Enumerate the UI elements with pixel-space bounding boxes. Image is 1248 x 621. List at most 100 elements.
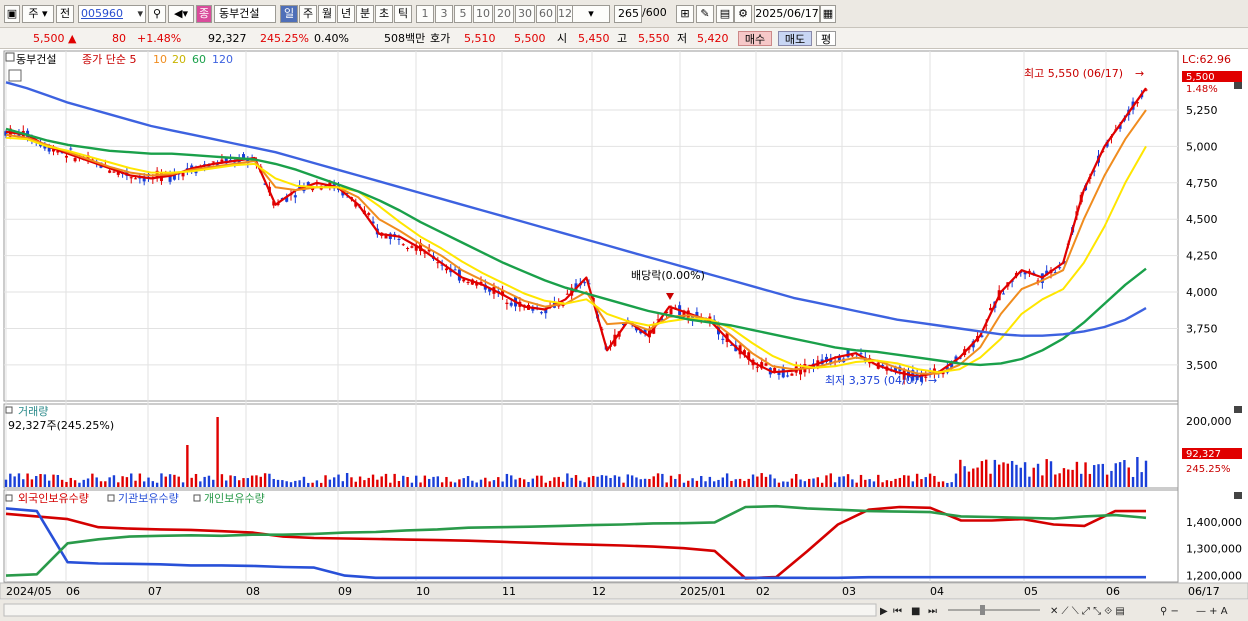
volume-bar [669,475,673,487]
rewind-icon[interactable]: ⏮ [893,606,902,617]
gear-icon[interactable]: ⚙ [734,5,752,23]
period-button[interactable]: 월 [318,5,336,23]
chart-tools-icon[interactable]: ⊞ [676,5,694,23]
volume-bar [436,476,440,487]
calendar-icon[interactable]: ▦ [820,5,836,23]
calculator-icon[interactable] [8,69,22,82]
volume-bar [302,476,306,487]
stock-name-field[interactable]: 동부건설 [214,5,276,23]
volume-bar [1131,476,1135,487]
panel-close-icon[interactable] [1234,492,1242,499]
candle-body [509,302,513,306]
volume-bar [661,473,664,487]
volume-bar [574,475,578,487]
x-tick-label: 12 [592,585,606,598]
volume-bar [1114,463,1117,487]
candle-body [64,155,68,158]
scroll-controls[interactable]: ▶ ⏮ ■ ⏭ ✕ ⟋ ⟍ ⤢ ⤡ ⟐ ▤ ⚲ − — + A [880,605,1228,617]
interval-button[interactable]: 30 [515,5,535,23]
code-input[interactable]: 005960 ▾ [78,5,146,23]
panel-close-icon[interactable] [1234,82,1242,89]
volume-bar [596,476,599,487]
period-button[interactable]: 분 [356,5,374,23]
candle-body [108,170,112,173]
volume-bar [682,482,686,487]
sell-button[interactable]: 매도 [778,31,812,46]
volume-bar [259,476,262,487]
interval-select[interactable]: ▾ [572,5,610,23]
search-icon[interactable]: ⚲ [148,5,166,23]
panel-close-icon[interactable] [1234,406,1242,413]
draw-tools-icon[interactable]: ✎ [696,5,714,23]
volume-bar [289,482,293,487]
forward-icon[interactable]: ⏭ [928,606,937,617]
buy-button[interactable]: 매수 [738,31,772,46]
speaker-icon[interactable]: ◀▾ [168,5,194,23]
holdings-tick-label: 1,400,000 [1186,516,1242,529]
bid-price: 5,510 [464,32,496,45]
volume-bar [1088,473,1092,487]
draw-tools-icon[interactable]: ✕ ⟋ ⟍ ⤢ ⤡ ⟐ ▤ [1050,606,1125,617]
scroll-right-icon[interactable]: ▶ [880,606,888,617]
zoom-out-icon[interactable]: ⚲ − [1160,606,1179,617]
panel-toggle-icon[interactable] [5,494,13,502]
volume-bar [605,475,608,487]
volume-bar [1045,459,1048,487]
volume-bar [164,476,167,487]
volume-bar [842,476,845,487]
period-button[interactable]: 일 [280,5,298,23]
volume-bar [30,479,34,487]
zoom-slider-handle[interactable] [980,605,985,615]
volume-bar [384,473,388,487]
volume-bar [704,481,707,487]
period-button[interactable]: 초 [375,5,393,23]
panel-toggle-icon[interactable] [5,52,15,62]
volume-bar [194,473,198,487]
volume-bar [980,461,984,487]
volume-bar [203,476,206,487]
candle-body [786,375,790,377]
panel-toggle-icon[interactable] [5,406,13,414]
volume-bar [907,475,910,487]
volume-bar [812,478,815,487]
stock-type-badge: 종 [196,5,212,23]
volume-bar [928,473,932,487]
volume-bar [389,482,392,487]
volume-bar [65,481,68,487]
prev-button[interactable]: 전 [56,5,74,23]
zoom-buttons-icon[interactable]: — + A [1196,606,1228,617]
interval-button[interactable]: 20 [494,5,514,23]
interval-button[interactable]: 3 [435,5,453,23]
volume-bar [518,477,522,487]
turnover-rate: 0.40% [314,32,349,45]
period-button[interactable]: 주 [299,5,317,23]
chevron-down-icon[interactable]: ▾ [137,6,143,22]
volume-bar [22,479,25,487]
pct-badge: 1.48% [1186,84,1218,95]
volume-bar [738,478,742,487]
save-icon[interactable]: ▤ [716,5,734,23]
volume-bar [592,475,595,487]
volume-bar [743,480,746,487]
count-input[interactable]: 265 [614,5,642,23]
window-icon[interactable]: ▣ [4,5,20,23]
market-select[interactable]: 주 ▾ [22,5,54,23]
open-label: 시 [557,32,568,45]
horizontal-scrollbar[interactable] [3,603,877,617]
interval-button[interactable]: 10 [473,5,493,23]
volume-bar [358,476,362,487]
price-tick-label: 5,000 [1186,140,1218,153]
volume-bar [52,474,55,487]
interval-button[interactable]: 1 [416,5,434,23]
volume-bar [777,482,781,487]
period-button[interactable]: 년 [337,5,355,23]
interval-button[interactable]: 5 [454,5,472,23]
stop-icon[interactable]: ■ [911,606,920,617]
volume-bar [233,476,237,487]
period-button[interactable]: 틱 [394,5,412,23]
date-field[interactable]: 2025/06/17 [754,5,820,23]
volume-bar [868,479,871,487]
avg-button[interactable]: 평 [816,31,836,46]
interval-button[interactable]: 60 [536,5,556,23]
volume-bar [315,480,319,487]
